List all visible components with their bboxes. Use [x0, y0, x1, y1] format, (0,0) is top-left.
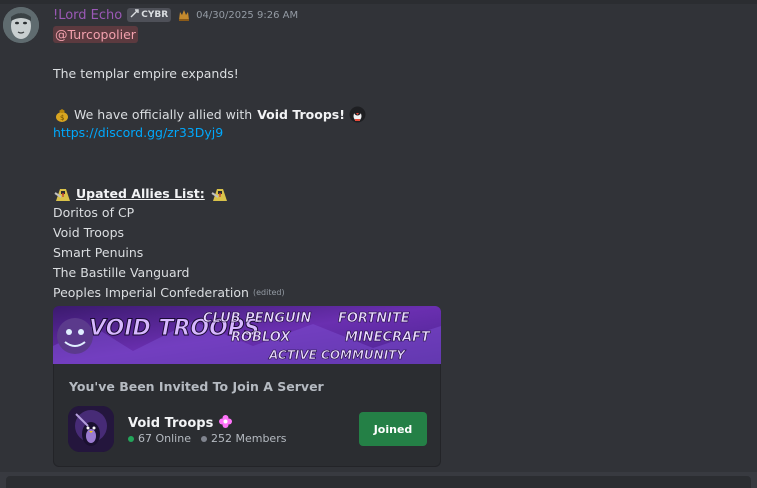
message-text: The templar empire expands!	[53, 66, 239, 81]
joined-button[interactable]: Joined	[359, 412, 427, 446]
user-mention[interactable]: @Turcopolier	[53, 26, 138, 43]
banner-text: ACTIVE COMMUNITY	[268, 348, 406, 362]
list-item: Peoples Imperial Confederation (edited)	[53, 285, 285, 300]
sword-icon	[130, 9, 139, 21]
members-dot-icon	[200, 435, 207, 442]
server-banner: VOID TROOPS CLUB PENGUIN FORTNITE ROBLOX…	[53, 306, 441, 364]
list-item: Doritos of CP	[53, 205, 134, 220]
author-name[interactable]: !Lord Echo	[53, 8, 122, 23]
ally-name: Doritos of CP	[53, 205, 135, 220]
member-counts: 67 Online 252 Members	[128, 432, 286, 445]
ally-name: Peoples Imperial Confederation	[53, 285, 249, 300]
allied-name: Void Troops!	[257, 107, 345, 122]
allies-heading-line: Upated Allies List:	[53, 185, 227, 202]
allies-heading: Upated Allies List:	[76, 186, 205, 201]
allied-prefix: We have officially allied with	[74, 107, 253, 122]
ally-name: Smart Penuins	[53, 245, 144, 260]
ally-name: Void Troops	[53, 225, 125, 240]
server-name[interactable]: Void Troops	[128, 416, 213, 431]
member-count: 252 Members	[210, 432, 287, 445]
mention-line: @Turcopolier	[53, 26, 138, 43]
money-bag-icon: $	[53, 106, 70, 123]
crusader-icon	[210, 185, 227, 202]
invite-card: You've Been Invited To Join A Server Voi…	[53, 364, 441, 467]
banner-text: FORTNITE	[338, 311, 410, 326]
top-divider	[0, 0, 757, 4]
online-dot-icon	[128, 435, 134, 442]
message-line: The templar empire expands!	[53, 66, 239, 81]
list-item: Void Troops	[53, 225, 124, 240]
list-item: The Bastille Vanguard	[53, 265, 190, 280]
clan-tag-label: CYBR	[141, 10, 169, 20]
clan-tag[interactable]: CYBR	[127, 8, 172, 22]
server-name-row: Void Troops	[128, 414, 233, 433]
server-icon[interactable]	[68, 406, 114, 452]
role-icon[interactable]	[177, 8, 191, 22]
banner-text: CLUB PENGUIN	[203, 311, 311, 326]
penguin-icon	[349, 106, 366, 123]
invite-link[interactable]: https://discord.gg/zr33Dyj9	[53, 125, 223, 140]
timestamp: 04/30/2025 9:26 AM	[196, 9, 299, 21]
invite-heading: You've Been Invited To Join A Server	[69, 379, 324, 394]
banner-text: MINECRAFT	[345, 330, 431, 345]
message-input[interactable]	[6, 476, 751, 488]
message-line: $ We have officially allied with Void Tr…	[53, 106, 366, 123]
online-count: 67 Online	[138, 432, 191, 445]
list-item: Smart Penuins	[53, 245, 143, 260]
message-input-bar	[0, 472, 757, 488]
boost-flower-icon	[218, 414, 233, 433]
banner-text: ROBLOX	[231, 330, 291, 345]
svg-text:$: $	[60, 114, 64, 122]
edited-label: (edited)	[252, 288, 285, 297]
message-line: https://discord.gg/zr33Dyj9	[53, 125, 223, 140]
ally-name: The Bastille Vanguard	[53, 265, 190, 280]
crusader-icon	[53, 185, 70, 202]
avatar[interactable]	[3, 7, 39, 43]
message-header: !Lord Echo CYBR 04/30/2025 9:26 AM	[53, 6, 298, 24]
